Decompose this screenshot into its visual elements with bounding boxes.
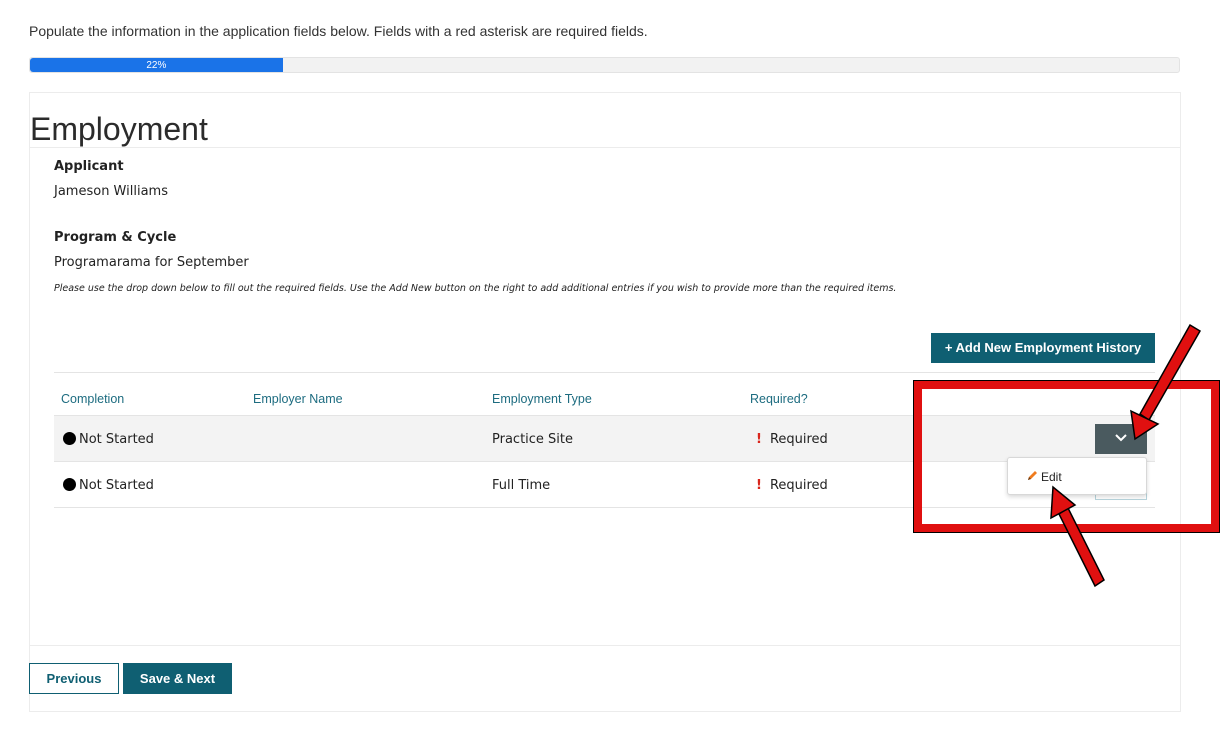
edit-label: Edit [1041,470,1062,484]
program-value: Programarama for September [54,255,249,270]
completion-text: Not Started [79,432,154,447]
required-cell: ! Required [756,432,828,447]
page-title: Employment [30,111,208,147]
completion-status: Not Started [63,478,154,493]
table-header: Completion Employer Name Employment Type… [54,372,1155,416]
progress-fill: 22% [30,58,283,72]
header-completion[interactable]: Completion [61,392,124,406]
applicant-value: Jameson Williams [54,184,168,199]
employment-type-cell: Full Time [492,478,551,493]
completion-status: Not Started [63,432,154,447]
employment-type-cell: Practice Site [492,432,574,447]
intro-text: Populate the information in the applicat… [29,23,648,39]
completion-text: Not Started [79,478,154,493]
table-row: Not Started Full Time ! Required [54,462,1155,508]
table-row: Not Started Practice Site ! Required [54,416,1155,462]
pencil-icon [1028,471,1037,480]
header-employment-type[interactable]: Employment Type [492,392,592,406]
exclamation-icon: ! [756,432,762,447]
required-text: Required [769,478,828,493]
panel-heading: Employment [30,93,1180,148]
header-required[interactable]: Required? [750,392,808,406]
status-dot-icon [63,432,76,445]
row-actions-menu: Edit [1007,457,1147,495]
header-employer-name[interactable]: Employer Name [253,392,343,406]
program-section: Program & Cycle Programarama for Septemb… [54,230,249,270]
required-text: Required [769,432,828,447]
row-actions-dropdown-button[interactable] [1095,424,1147,454]
footer-divider [29,645,1181,646]
add-employment-history-button[interactable]: + Add New Employment History [931,333,1155,363]
save-next-button[interactable]: Save & Next [123,663,232,694]
required-cell: ! Required [756,478,828,493]
chevron-down-icon [1115,434,1127,442]
status-dot-icon [63,478,76,491]
employment-table: Completion Employer Name Employment Type… [54,372,1155,508]
previous-button[interactable]: Previous [29,663,119,694]
program-label: Program & Cycle [54,230,177,245]
instruction-note: Please use the drop down below to fill o… [54,283,897,294]
applicant-section: Applicant Jameson Williams [54,159,168,199]
exclamation-icon: ! [756,478,762,493]
edit-menu-item[interactable]: Edit [1026,469,1062,484]
applicant-label: Applicant [54,159,124,174]
progress-bar: 22% [29,57,1180,73]
